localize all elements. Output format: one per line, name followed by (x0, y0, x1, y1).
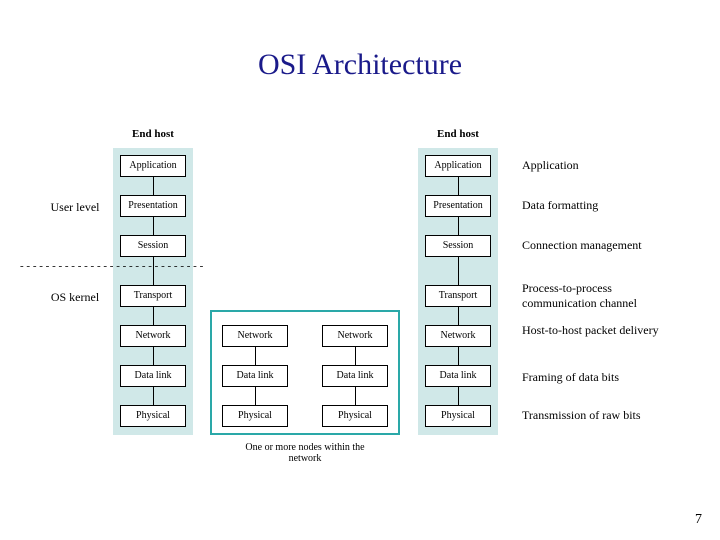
desc-application: Application (522, 158, 682, 173)
conn (153, 387, 154, 405)
conn (458, 347, 459, 365)
conn (458, 177, 459, 195)
left-session-box: Session (120, 235, 186, 257)
mid1-datalink-box: Data link (222, 365, 288, 387)
desc-presentation: Data formatting (522, 198, 682, 213)
right-physical-box: Physical (425, 405, 491, 427)
conn (458, 387, 459, 405)
left-application-box: Application (120, 155, 186, 177)
os-kernel-label: OS kernel (50, 290, 100, 305)
end-host-label-left: End host (118, 128, 188, 140)
mid2-datalink-box: Data link (322, 365, 388, 387)
conn (153, 307, 154, 325)
conn (153, 177, 154, 195)
right-network-box: Network (425, 325, 491, 347)
conn (355, 347, 356, 365)
conn (153, 347, 154, 365)
left-network-box: Network (120, 325, 186, 347)
conn (458, 217, 459, 235)
left-transport-box: Transport (120, 285, 186, 307)
left-presentation-box: Presentation (120, 195, 186, 217)
slide-title: OSI Architecture (0, 48, 720, 82)
mid-caption: One or more nodes within the network (230, 442, 380, 464)
right-application-box: Application (425, 155, 491, 177)
conn (255, 347, 256, 365)
mid2-network-box: Network (322, 325, 388, 347)
mid2-physical-box: Physical (322, 405, 388, 427)
mid1-physical-box: Physical (222, 405, 288, 427)
left-physical-box: Physical (120, 405, 186, 427)
page-number: 7 (695, 512, 702, 528)
user-os-divider: - - - - - - - - - - - - - - - - - - - - … (20, 260, 240, 272)
conn (355, 387, 356, 405)
right-transport-box: Transport (425, 285, 491, 307)
desc-transport: Process-to-process communication channel (522, 281, 682, 311)
desc-physical: Transmission of raw bits (522, 408, 682, 423)
desc-network: Host-to-host packet delivery (522, 323, 682, 338)
conn (458, 257, 459, 285)
conn (153, 217, 154, 235)
desc-datalink: Framing of data bits (522, 370, 682, 385)
user-level-label: User level (50, 200, 100, 215)
desc-session: Connection management (522, 238, 682, 253)
right-session-box: Session (425, 235, 491, 257)
mid1-network-box: Network (222, 325, 288, 347)
right-presentation-box: Presentation (425, 195, 491, 217)
conn (458, 307, 459, 325)
right-datalink-box: Data link (425, 365, 491, 387)
end-host-label-right: End host (423, 128, 493, 140)
left-datalink-box: Data link (120, 365, 186, 387)
conn (255, 387, 256, 405)
